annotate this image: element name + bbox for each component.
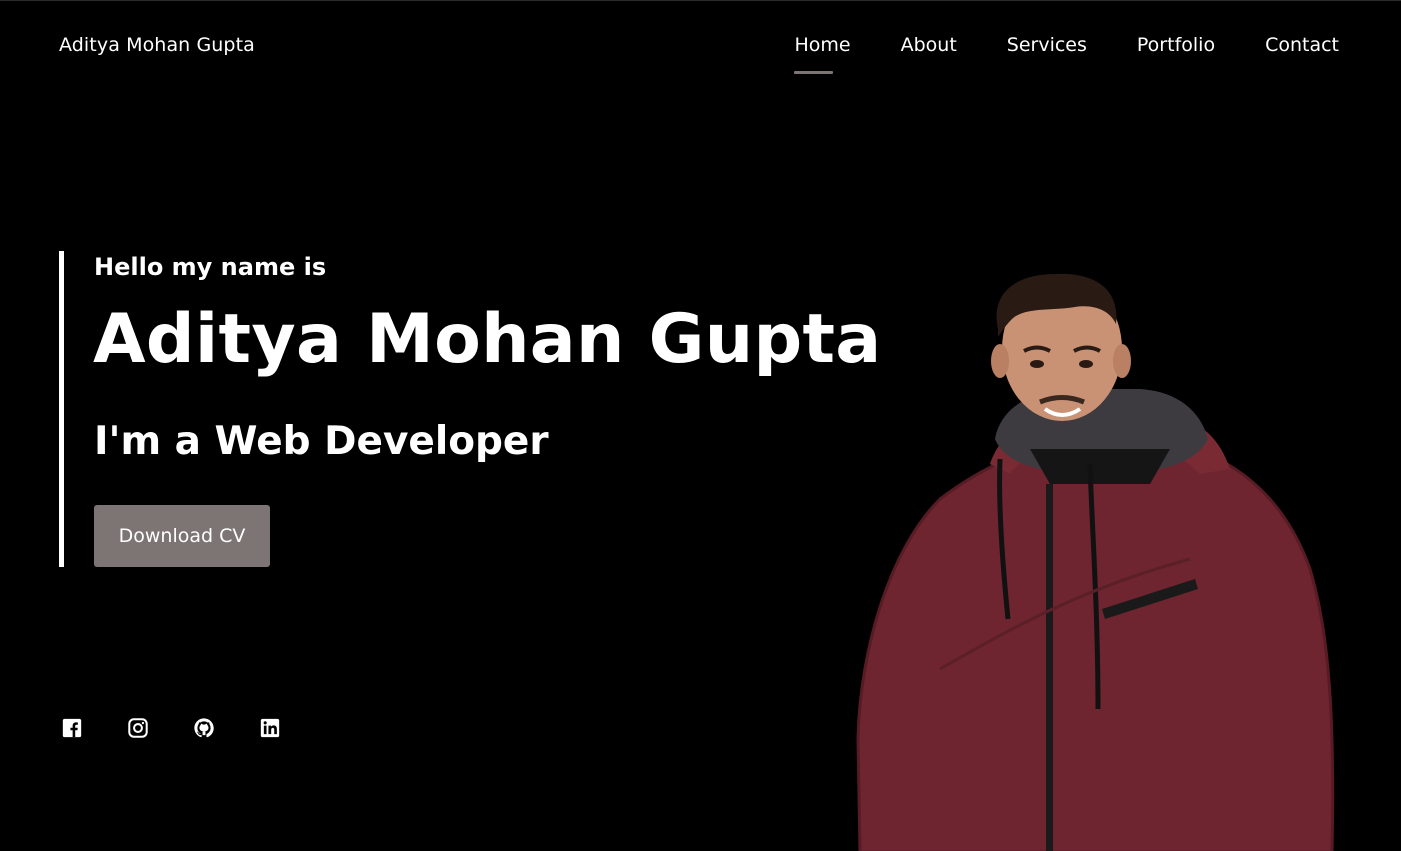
hero-greeting: Hello my name is: [94, 253, 327, 281]
hero-role: I'm a Web Developer: [94, 419, 549, 464]
hero-accent-bar: [59, 251, 64, 567]
facebook-link[interactable]: [60, 716, 84, 740]
portfolio-page: Aditya Mohan Gupta Home About Services P…: [0, 0, 1401, 851]
nav-contact[interactable]: Contact: [1265, 34, 1339, 56]
download-cv-button[interactable]: Download CV: [94, 505, 270, 567]
instagram-icon: [128, 718, 148, 738]
github-icon: [194, 718, 214, 738]
facebook-icon: [62, 718, 82, 738]
linkedin-link[interactable]: [258, 716, 282, 740]
profile-illustration: [856, 273, 1335, 851]
social-links: [60, 716, 324, 740]
github-link[interactable]: [192, 716, 216, 740]
instagram-link[interactable]: [126, 716, 150, 740]
profile-photo: [840, 269, 1360, 851]
nav-home[interactable]: Home: [794, 34, 851, 74]
main-nav: Home About Services Portfolio Contact: [744, 34, 1339, 74]
linkedin-icon: [260, 718, 280, 738]
site-brand[interactable]: Aditya Mohan Gupta: [59, 34, 255, 56]
nav-services[interactable]: Services: [1007, 34, 1087, 56]
nav-portfolio[interactable]: Portfolio: [1137, 34, 1215, 56]
nav-about[interactable]: About: [901, 34, 957, 56]
hero-name: Aditya Mohan Gupta: [93, 300, 882, 379]
